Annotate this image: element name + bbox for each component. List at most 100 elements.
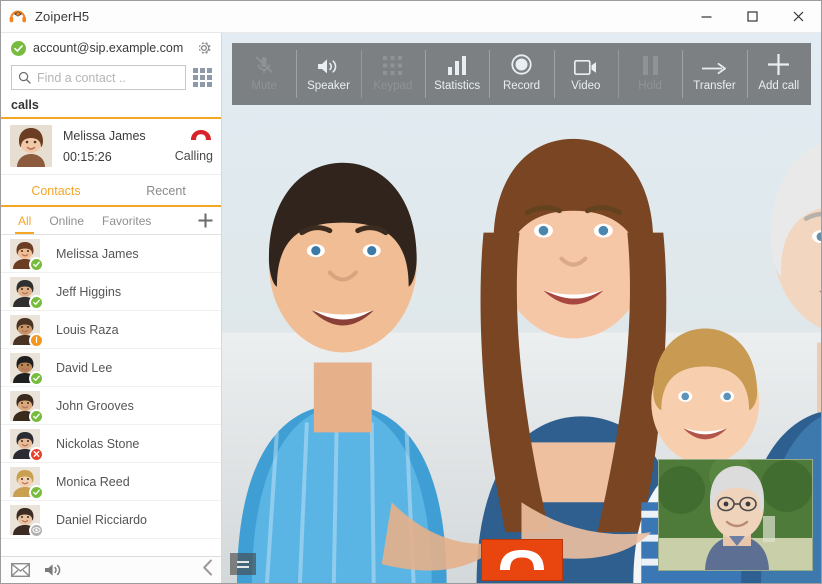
cross-icon <box>31 447 42 461</box>
bar-chart-icon <box>448 55 466 75</box>
chat-bubble-icon[interactable] <box>230 553 256 575</box>
pause-icon <box>643 55 658 75</box>
call-control-label: Speaker <box>307 81 350 93</box>
avatar <box>10 467 40 497</box>
check-icon <box>31 257 42 271</box>
dialpad-icon <box>383 55 402 75</box>
close-icon <box>792 10 805 23</box>
avatar <box>10 239 40 269</box>
hangup-button[interactable] <box>481 539 563 581</box>
call-control-label: Transfer <box>693 81 735 93</box>
check-icon <box>31 485 42 499</box>
active-call-row[interactable]: Melissa James 00:15:26 Calling <box>1 117 221 175</box>
search-input[interactable] <box>37 71 179 85</box>
avatar-melissa <box>10 125 52 167</box>
hangup-handset-icon[interactable] <box>189 129 213 142</box>
clock-icon <box>31 333 42 347</box>
headset-icon <box>9 8 27 25</box>
search-row <box>1 63 221 97</box>
call-control-label: Hold <box>638 81 662 93</box>
call-control-record[interactable]: Record <box>489 43 553 105</box>
speaker-icon <box>317 55 339 75</box>
call-control-label: Keypad <box>373 81 412 93</box>
tab-contacts[interactable]: Contacts <box>1 175 111 205</box>
contact-row[interactable]: Louis Raza <box>1 311 221 349</box>
active-call-info: Melissa James 00:15:26 <box>52 125 167 167</box>
chevron-left-icon <box>202 559 213 576</box>
call-control-video[interactable]: Video <box>554 43 618 105</box>
call-control-add-call[interactable]: Add call <box>747 43 811 105</box>
active-call-actions: Calling <box>167 125 213 167</box>
contact-name: David Lee <box>40 361 112 375</box>
contact-name: Daniel Ricciardo <box>40 513 147 527</box>
contact-row[interactable]: Melissa James <box>1 235 221 273</box>
local-video-stream <box>659 460 813 571</box>
eye-icon <box>31 523 42 537</box>
contact-name: Jeff Higgins <box>40 285 121 299</box>
check-icon <box>31 371 42 385</box>
presence-badge <box>29 447 44 462</box>
check-icon <box>31 409 42 423</box>
filter-all[interactable]: All <box>9 209 40 233</box>
call-control-transfer[interactable]: Transfer <box>682 43 746 105</box>
maximize-icon <box>746 10 759 23</box>
status-bar <box>1 556 221 583</box>
filter-online[interactable]: Online <box>40 209 93 233</box>
contacts-list[interactable]: Melissa James Jeff Higgins Louis Raza David… <box>1 235 221 556</box>
tab-recent[interactable]: Recent <box>111 175 221 205</box>
maximize-button[interactable] <box>729 1 775 32</box>
collapse-sidebar-button[interactable] <box>202 559 213 581</box>
video-call-area[interactable]: Mute Speaker Keypad StatisticsRecord Video Ho… <box>222 33 821 583</box>
call-controls-toolbar: Mute Speaker Keypad StatisticsRecord Video Ho… <box>232 43 811 105</box>
add-contact-button[interactable] <box>195 211 215 231</box>
call-control-mute: Mute <box>232 43 296 105</box>
contact-row[interactable]: Daniel Ricciardo <box>1 501 221 539</box>
account-row[interactable]: account@sip.example.com <box>1 33 221 63</box>
contact-row[interactable]: David Lee <box>1 349 221 387</box>
contact-row[interactable]: Monica Reed <box>1 463 221 501</box>
presence-badge <box>29 371 44 386</box>
hangup-handset-icon <box>497 548 547 572</box>
speaker-icon <box>44 563 63 577</box>
minimize-button[interactable] <box>683 1 729 32</box>
avatar <box>10 505 40 535</box>
window-title: ZoiperH5 <box>35 9 89 24</box>
voicemail-button[interactable] <box>11 563 30 577</box>
call-control-speaker[interactable]: Speaker <box>296 43 360 105</box>
self-view-pip[interactable] <box>658 459 813 571</box>
avatar <box>10 277 40 307</box>
window-body: account@sip.example.com c <box>1 33 821 583</box>
contact-row[interactable]: Nickolas Stone <box>1 425 221 463</box>
search-box[interactable] <box>11 65 186 90</box>
check-icon <box>31 295 42 309</box>
avatar <box>10 353 40 383</box>
contact-name: Melissa James <box>40 247 139 261</box>
volume-button[interactable] <box>44 563 63 577</box>
app-logo <box>1 8 35 25</box>
contact-name: Louis Raza <box>40 323 119 337</box>
avatar <box>10 315 40 345</box>
minimize-icon <box>700 10 713 23</box>
call-control-keypad: Keypad <box>361 43 425 105</box>
gear-icon[interactable] <box>195 39 213 57</box>
presence-badge <box>29 257 44 272</box>
call-control-label: Mute <box>251 81 277 93</box>
filter-favorites[interactable]: Favorites <box>93 209 160 233</box>
presence-badge <box>29 333 44 348</box>
contact-row[interactable]: Jeff Higgins <box>1 273 221 311</box>
call-control-label: Video <box>571 81 600 93</box>
call-control-statistics[interactable]: Statistics <box>425 43 489 105</box>
presence-badge <box>29 295 44 310</box>
sidebar-tabs: Contacts Recent <box>1 175 221 207</box>
presence-badge <box>29 485 44 500</box>
dialpad-grid-icon[interactable] <box>193 68 215 87</box>
window-controls <box>683 1 821 32</box>
search-icon <box>18 71 31 84</box>
active-call-duration: 00:15:26 <box>63 150 167 164</box>
contact-filters: All Online Favorites <box>1 207 221 235</box>
contact-row[interactable]: John Grooves <box>1 387 221 425</box>
close-button[interactable] <box>775 1 821 32</box>
account-name: account@sip.example.com <box>33 41 195 55</box>
camera-icon <box>574 55 597 75</box>
presence-badge <box>29 523 44 538</box>
